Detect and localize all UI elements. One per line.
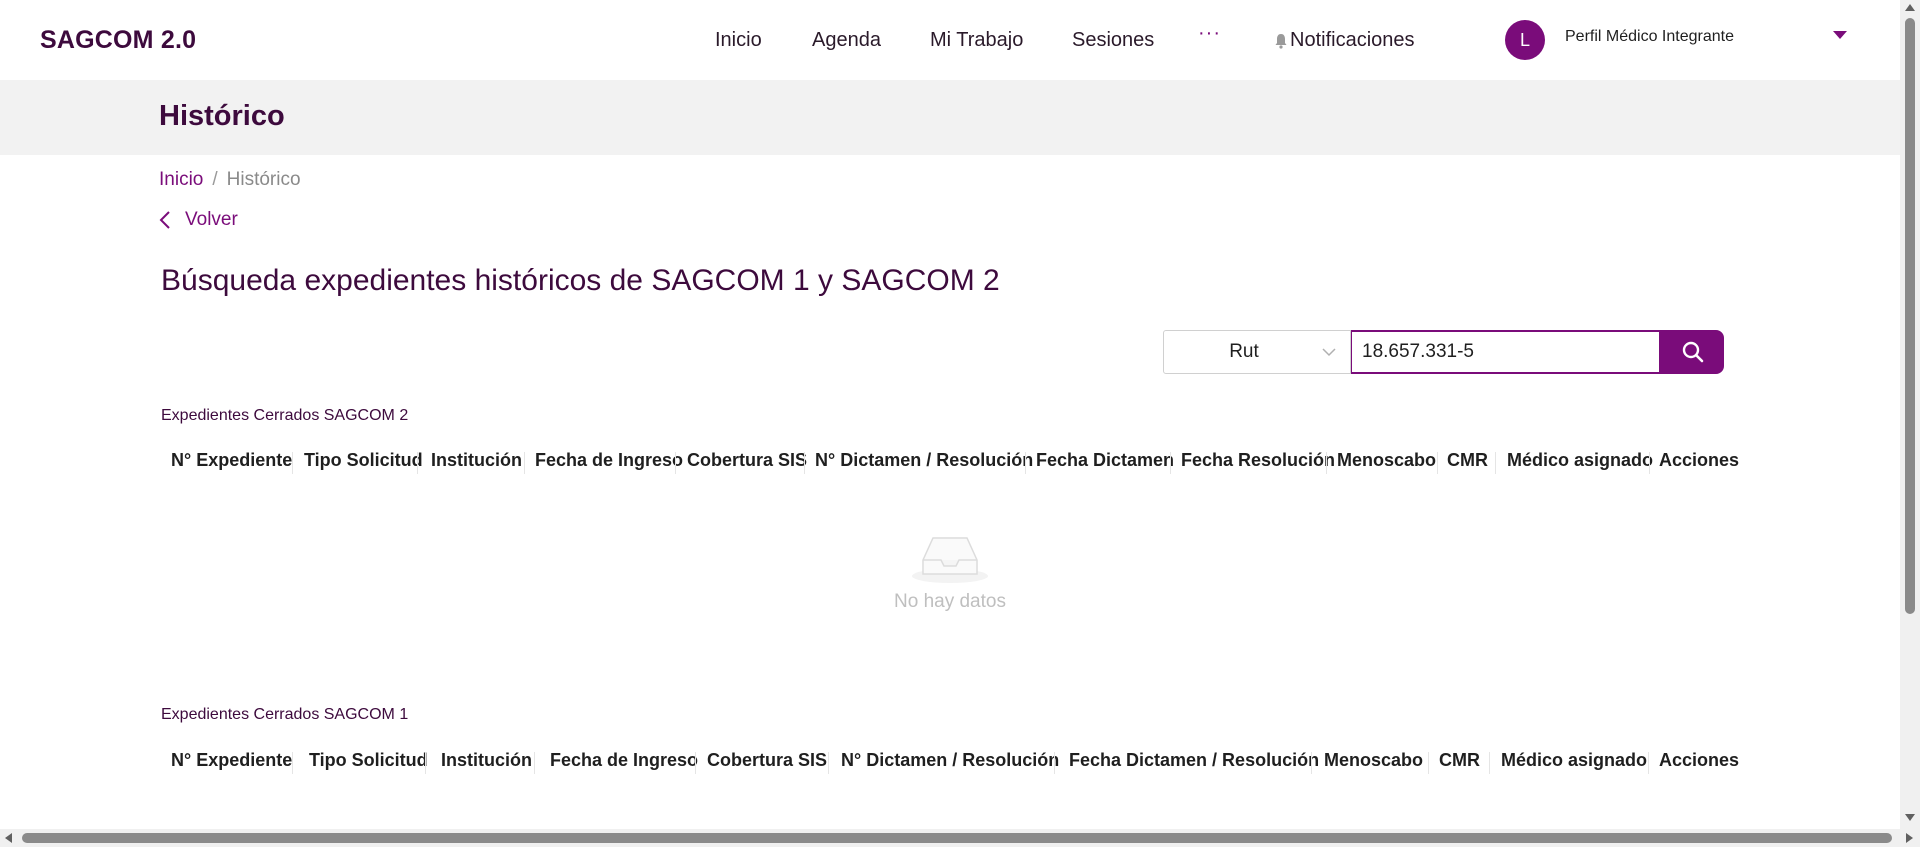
nav-inicio[interactable]: Inicio bbox=[715, 29, 762, 52]
table1-header: N° Expediente Tipo Solicitud Institución… bbox=[161, 746, 1739, 776]
column-divider bbox=[695, 752, 696, 774]
empty-inbox-icon bbox=[912, 537, 988, 583]
table2-col-cobertura[interactable]: Cobertura SIS bbox=[687, 450, 807, 471]
top-navbar: SAGCOM 2.0 Inicio Agenda Mi Trabajo Sesi… bbox=[0, 0, 1900, 80]
notifications-label: Notificaciones bbox=[1290, 29, 1415, 51]
chevron-down-icon bbox=[1322, 348, 1336, 357]
search-icon bbox=[1682, 341, 1703, 363]
column-divider bbox=[804, 452, 805, 474]
vertical-scrollbar[interactable] bbox=[1900, 0, 1920, 829]
column-divider bbox=[1437, 452, 1438, 474]
empty-text: No hay datos bbox=[894, 591, 1006, 612]
column-divider bbox=[534, 752, 535, 774]
table2-col-menoscabo[interactable]: Menoscabo bbox=[1337, 450, 1436, 471]
search-type-value: Rut bbox=[1229, 341, 1259, 362]
vertical-scroll-thumb[interactable] bbox=[1905, 18, 1915, 614]
table1-col-fecha-ingreso[interactable]: Fecha de Ingreso bbox=[550, 750, 698, 771]
table2-col-acciones[interactable]: Acciones bbox=[1659, 450, 1739, 471]
column-divider bbox=[425, 752, 426, 774]
back-button[interactable]: Volver bbox=[159, 209, 238, 231]
table1-col-medico[interactable]: Médico asignado bbox=[1501, 750, 1647, 771]
breadcrumb: Inicio / Histórico bbox=[159, 169, 301, 191]
page-header-band bbox=[0, 80, 1900, 155]
table2-label: Expedientes Cerrados SAGCOM 2 bbox=[161, 407, 409, 424]
scroll-up-arrow-icon[interactable] bbox=[1905, 4, 1915, 11]
empty-state: No hay datos bbox=[890, 530, 1010, 613]
column-divider bbox=[1428, 752, 1429, 774]
column-divider bbox=[1025, 452, 1026, 474]
brand-logo[interactable]: SAGCOM 2.0 bbox=[40, 26, 196, 55]
column-divider bbox=[1649, 452, 1650, 474]
table1-col-cmr[interactable]: CMR bbox=[1439, 750, 1480, 771]
column-divider bbox=[1054, 752, 1055, 774]
column-divider bbox=[1648, 752, 1649, 774]
table1-col-expediente[interactable]: N° Expediente bbox=[171, 750, 292, 771]
search-type-select[interactable]: Rut bbox=[1163, 330, 1351, 374]
breadcrumb-home[interactable]: Inicio bbox=[159, 169, 203, 190]
profile-name[interactable]: Perfil Médico Integrante bbox=[1565, 28, 1734, 46]
nav-sesiones[interactable]: Sesiones bbox=[1072, 29, 1154, 52]
scroll-down-arrow-icon[interactable] bbox=[1905, 814, 1915, 821]
page-title: Búsqueda expedientes históricos de SAGCO… bbox=[161, 264, 1000, 297]
nav-notifications[interactable]: Notificaciones bbox=[1274, 29, 1415, 52]
table2-col-fecha-ingreso[interactable]: Fecha de Ingreso bbox=[535, 450, 683, 471]
table2-col-institucion[interactable]: Institución bbox=[431, 450, 522, 471]
table1-label: Expedientes Cerrados SAGCOM 1 bbox=[161, 706, 409, 723]
column-divider bbox=[417, 452, 418, 474]
column-divider bbox=[828, 752, 829, 774]
chevron-left-icon bbox=[159, 211, 170, 229]
bell-icon bbox=[1275, 33, 1287, 49]
column-divider bbox=[1170, 452, 1171, 474]
table2-header: N° Expediente Tipo Solicitud Institución… bbox=[161, 446, 1739, 476]
table2-col-fecha-resolucion[interactable]: Fecha Resolución bbox=[1181, 450, 1335, 471]
table2-col-medico[interactable]: Médico asignado bbox=[1507, 450, 1653, 471]
table1-col-tipo[interactable]: Tipo Solicitud bbox=[309, 750, 428, 771]
avatar[interactable]: L bbox=[1505, 20, 1545, 60]
column-divider bbox=[1311, 752, 1312, 774]
table1-col-institucion[interactable]: Institución bbox=[441, 750, 532, 771]
search-input[interactable] bbox=[1351, 330, 1661, 374]
search-button[interactable] bbox=[1661, 330, 1724, 374]
table2-col-dictamen[interactable]: N° Dictamen / Resolución bbox=[815, 450, 1033, 471]
column-divider bbox=[675, 452, 676, 474]
table2-col-cmr[interactable]: CMR bbox=[1447, 450, 1488, 471]
breadcrumb-separator: / bbox=[212, 169, 218, 190]
table1-col-fecha-dictamen-resolucion[interactable]: Fecha Dictamen / Resolución bbox=[1069, 750, 1319, 771]
nav-more-menu[interactable]: ··· bbox=[1198, 22, 1221, 45]
breadcrumb-current: Histórico bbox=[226, 169, 301, 190]
caret-down-icon[interactable] bbox=[1833, 31, 1847, 39]
column-divider bbox=[1326, 452, 1327, 474]
page-header-title: Histórico bbox=[159, 100, 285, 132]
table2-col-tipo[interactable]: Tipo Solicitud bbox=[304, 450, 423, 471]
column-divider bbox=[1495, 452, 1496, 474]
nav-agenda[interactable]: Agenda bbox=[812, 29, 881, 52]
table2-col-expediente[interactable]: N° Expediente bbox=[171, 450, 292, 471]
back-label: Volver bbox=[185, 209, 238, 230]
table1-col-menoscabo[interactable]: Menoscabo bbox=[1324, 750, 1423, 771]
table1-col-cobertura[interactable]: Cobertura SIS bbox=[707, 750, 827, 771]
scroll-left-arrow-icon[interactable] bbox=[5, 833, 12, 843]
column-divider bbox=[524, 452, 525, 474]
table2-col-fecha-dictamen[interactable]: Fecha Dictamen bbox=[1036, 450, 1174, 471]
horizontal-scrollbar[interactable] bbox=[0, 829, 1920, 847]
column-divider bbox=[1489, 752, 1490, 774]
nav-mi-trabajo[interactable]: Mi Trabajo bbox=[930, 29, 1023, 52]
table1-col-acciones[interactable]: Acciones bbox=[1659, 750, 1739, 771]
scroll-right-arrow-icon[interactable] bbox=[1906, 833, 1913, 843]
column-divider bbox=[292, 452, 293, 474]
table1-col-dictamen[interactable]: N° Dictamen / Resolución bbox=[841, 750, 1059, 771]
column-divider bbox=[292, 752, 293, 774]
horizontal-scroll-thumb[interactable] bbox=[22, 833, 1892, 843]
